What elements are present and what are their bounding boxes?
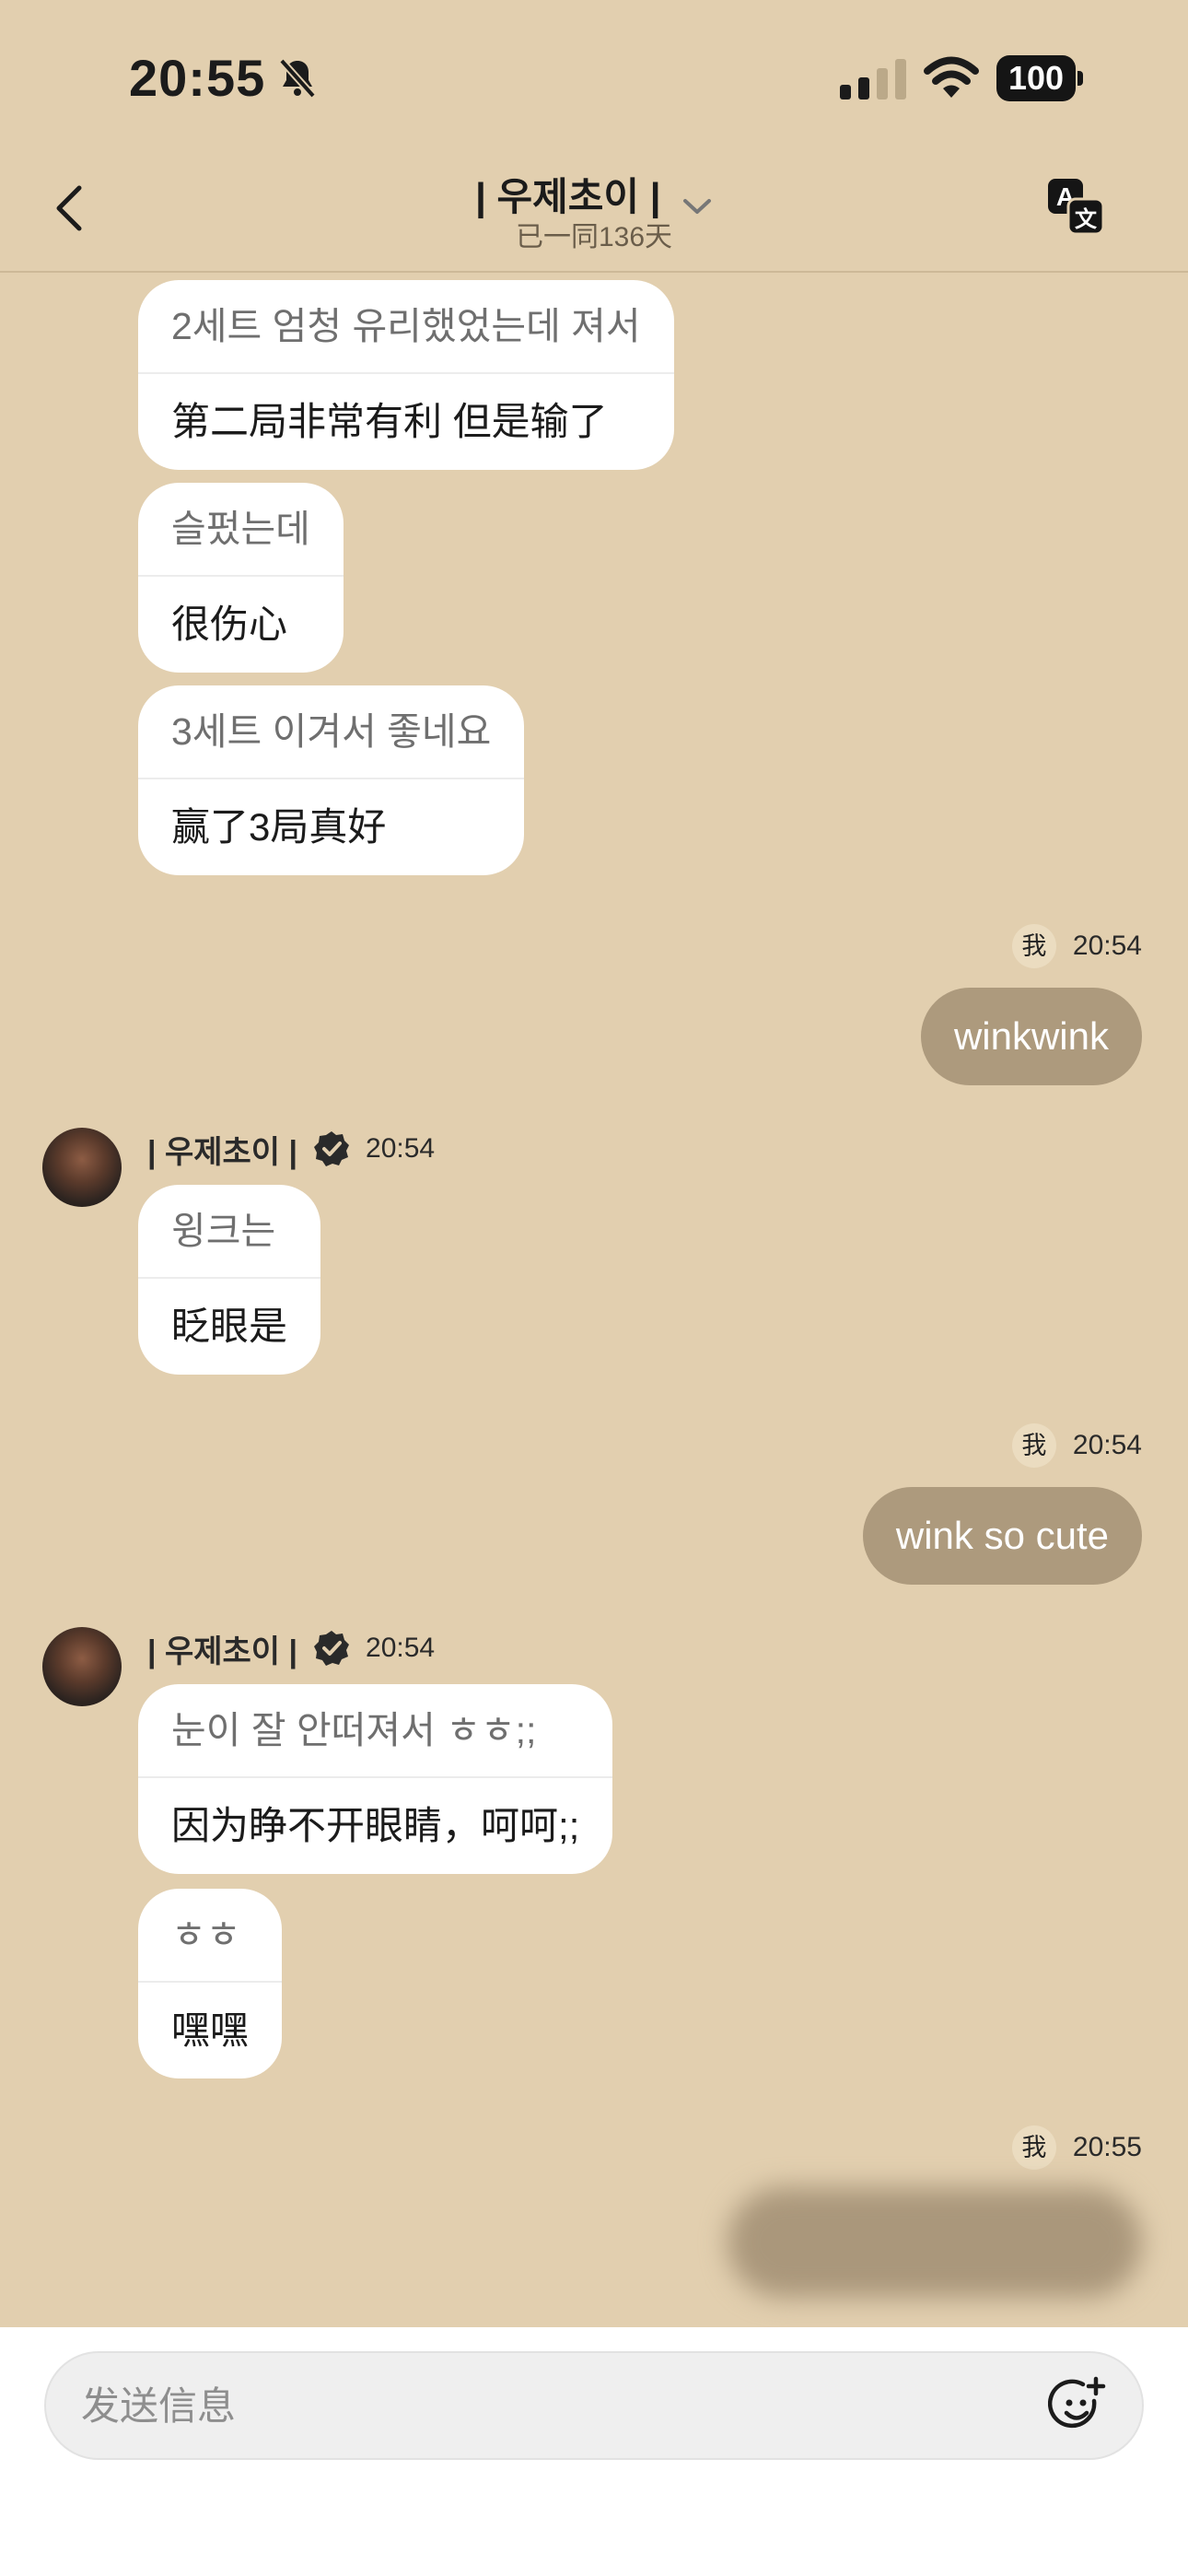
me-badge: 我 xyxy=(1011,924,1056,968)
my-message-meta: 我 20:55 xyxy=(1011,2125,1142,2171)
battery-level: 100 xyxy=(996,55,1076,101)
translated-text: 很伤心 xyxy=(171,603,288,646)
translated-text: 眨眼是 xyxy=(171,1305,288,1348)
message-bubble[interactable]: 2세트 엄청 유리했었는데 져서 第二局非常有利 但是输了 xyxy=(138,280,674,470)
emoji-add-icon[interactable] xyxy=(1048,2375,1109,2436)
message-time: 20:54 xyxy=(366,1633,436,1663)
avatar[interactable] xyxy=(42,1627,122,1706)
me-badge: 我 xyxy=(1011,1423,1056,1468)
original-text: 슬펐는데 xyxy=(138,483,344,577)
message-time: 20:55 xyxy=(1072,2132,1142,2162)
status-bar: 20:55 100 xyxy=(0,0,1188,147)
battery-indicator: 100 xyxy=(996,55,1085,101)
my-message-bubble[interactable]: wink so cute xyxy=(862,1487,1142,1585)
translated-text: 嘿嘿 xyxy=(171,2008,250,2052)
svg-text:文: 文 xyxy=(1075,206,1098,232)
my-message-bubble[interactable]: winkwink xyxy=(920,988,1142,1085)
message-bubble[interactable]: 눈이 잘 안떠져서 ㅎㅎ;; 因为睁不开眼睛，呵呵;; xyxy=(138,1684,613,1874)
message-bubble[interactable]: 슬펐는데 很伤心 xyxy=(138,483,344,673)
verified-badge-icon xyxy=(314,1131,350,1166)
sender-line: | 우제초이 | 20:54 xyxy=(147,1126,435,1172)
sender-name: | 우제초이 | xyxy=(147,1134,298,1170)
status-time: 20:55 xyxy=(129,49,266,107)
avatar[interactable] xyxy=(42,1128,122,1207)
message-input[interactable] xyxy=(79,2353,1004,2460)
wifi-icon xyxy=(924,56,979,98)
chat-header: | 우제초이 | 已一同136天 A 文 xyxy=(0,147,1188,273)
original-text: ㅎㅎ xyxy=(138,1889,283,1983)
message-bubble[interactable]: 윙크는 眨眼是 xyxy=(138,1185,321,1375)
message-bubble[interactable]: 3세트 이겨서 좋네요 赢了3局真好 xyxy=(138,685,525,875)
translated-text: 赢了3局真好 xyxy=(171,805,387,849)
message-time: 20:54 xyxy=(1072,931,1142,961)
message-bubble[interactable]: ㅎㅎ 嘿嘿 xyxy=(138,1889,283,2078)
me-badge: 我 xyxy=(1011,2125,1056,2170)
message-composer xyxy=(44,2351,1144,2460)
my-message-meta: 我 20:54 xyxy=(1011,1423,1142,1469)
verified-badge-icon xyxy=(314,1631,350,1666)
translated-text: 因为睁不开眼睛，呵呵;; xyxy=(171,1804,580,1847)
original-text: 윙크는 xyxy=(138,1185,321,1279)
my-message-meta: 我 20:54 xyxy=(1011,923,1142,969)
translated-text: 第二局非常有利 但是输了 xyxy=(171,400,608,443)
message-time: 20:54 xyxy=(366,1133,436,1164)
sender-line: | 우제초이 | 20:54 xyxy=(147,1625,435,1671)
blurred-message-bubble[interactable] xyxy=(728,2187,1142,2298)
bell-slash-icon xyxy=(279,58,316,99)
original-text: 3세트 이겨서 좋네요 xyxy=(138,685,525,779)
original-text: 2세트 엄청 유리했었는데 져서 xyxy=(138,280,674,374)
cellular-signal-icon xyxy=(840,59,906,100)
sender-name: | 우제초이 | xyxy=(147,1633,298,1669)
days-together-label: 已一同136天 xyxy=(515,222,673,252)
message-time: 20:54 xyxy=(1072,1430,1142,1460)
original-text: 눈이 잘 안떠져서 ㅎㅎ;; xyxy=(138,1684,613,1778)
translate-icon[interactable]: A 文 xyxy=(1046,177,1105,238)
